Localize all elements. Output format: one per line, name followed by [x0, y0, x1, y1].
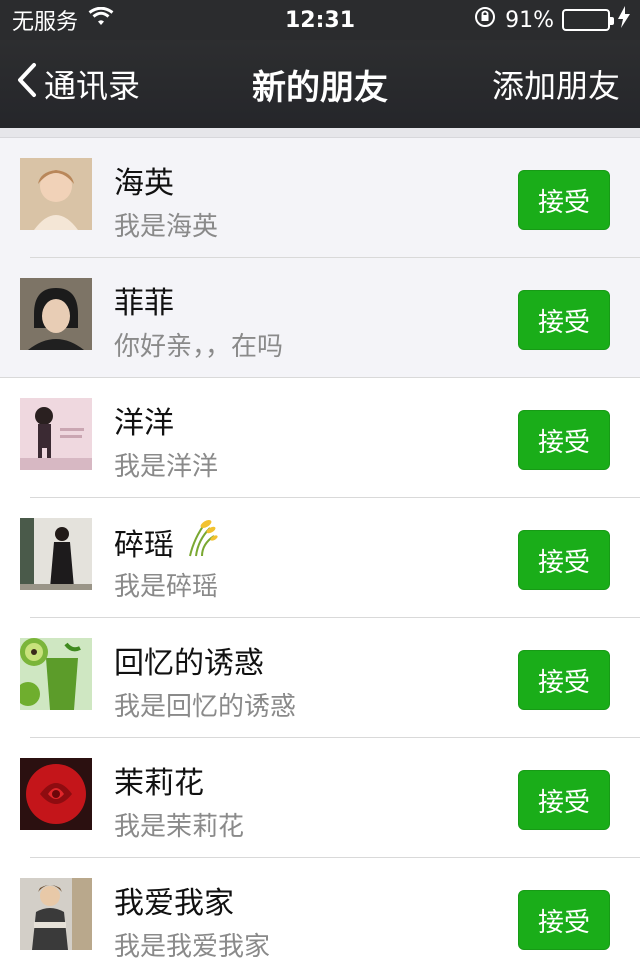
accept-button[interactable]: 接受 [518, 290, 610, 350]
avatar[interactable] [20, 518, 92, 590]
friend-message: 我是洋洋 [114, 452, 219, 482]
friend-message: 我是茉莉花 [114, 812, 245, 842]
friend-name: 海英 [114, 158, 174, 202]
friend-request-row[interactable]: 菲菲 你好亲，，在吗 接受 [0, 258, 640, 378]
friend-name: 回忆的诱惑 [114, 638, 264, 682]
friend-name-text: 茉莉花 [114, 766, 204, 801]
friend-request-list: 海英 我是海英 接受 菲菲 你好亲，，在吗 接受 洋洋 我是洋洋 接受 碎瑶 我… [0, 138, 640, 960]
add-friend-button[interactable]: 添加朋友 [492, 40, 620, 128]
avatar[interactable] [20, 158, 92, 230]
battery-percent: 91% [505, 7, 554, 33]
accept-button[interactable]: 接受 [518, 770, 610, 830]
wheat-icon [184, 518, 218, 566]
friend-request-row[interactable]: 回忆的诱惑 我是回忆的诱惑 接受 [0, 618, 640, 738]
friend-message: 你好亲，，在吗 [114, 332, 284, 362]
friend-name-text: 我爱我家 [114, 886, 234, 921]
list-top-spacer [0, 128, 640, 138]
friend-message: 我是我爱我家 [114, 932, 271, 960]
navigation-bar: 通讯录 新的朋友 添加朋友 [0, 40, 640, 128]
friend-request-row[interactable]: 洋洋 我是洋洋 接受 [0, 378, 640, 498]
accept-button[interactable]: 接受 [518, 530, 610, 590]
friend-name: 洋洋 [114, 398, 174, 442]
friend-message: 我是回忆的诱惑 [114, 692, 297, 722]
avatar[interactable] [20, 878, 92, 950]
friend-name-text: 碎瑶 [114, 528, 174, 563]
avatar[interactable] [20, 278, 92, 350]
friend-name: 茉莉花 [114, 758, 204, 802]
charging-icon [618, 6, 630, 34]
friend-name-text: 海英 [114, 166, 174, 201]
friend-name: 菲菲 [114, 278, 174, 322]
friend-request-row[interactable]: 我爱我家 我是我爱我家 接受 [0, 858, 640, 960]
accept-button[interactable]: 接受 [518, 410, 610, 470]
friend-name: 我爱我家 [114, 878, 234, 922]
battery-icon [562, 9, 614, 31]
friend-message: 我是海英 [114, 212, 219, 242]
friend-message: 我是碎瑶 [114, 572, 219, 602]
accept-button[interactable]: 接受 [518, 650, 610, 710]
avatar[interactable] [20, 638, 92, 710]
friend-name: 碎瑶 [114, 518, 218, 566]
friend-request-row[interactable]: 碎瑶 我是碎瑶 接受 [0, 498, 640, 618]
new-friends-screen: 无服务 12:31 91% 通讯录 新的朋友 添加朋友 海英 我是海英 接受 菲… [0, 0, 640, 960]
friend-name-text: 回忆的诱惑 [114, 646, 264, 681]
friend-name-text: 洋洋 [114, 406, 174, 441]
battery-tip [610, 17, 614, 25]
friend-request-row[interactable]: 海英 我是海英 接受 [0, 138, 640, 258]
avatar[interactable] [20, 758, 92, 830]
rotation-lock-icon [473, 5, 497, 35]
status-bar: 无服务 12:31 91% [0, 0, 640, 40]
friend-request-row[interactable]: 茉莉花 我是茉莉花 接受 [0, 738, 640, 858]
status-right: 91% [473, 0, 630, 40]
avatar[interactable] [20, 398, 92, 470]
accept-button[interactable]: 接受 [518, 170, 610, 230]
friend-name-text: 菲菲 [114, 286, 174, 321]
accept-button[interactable]: 接受 [518, 890, 610, 950]
